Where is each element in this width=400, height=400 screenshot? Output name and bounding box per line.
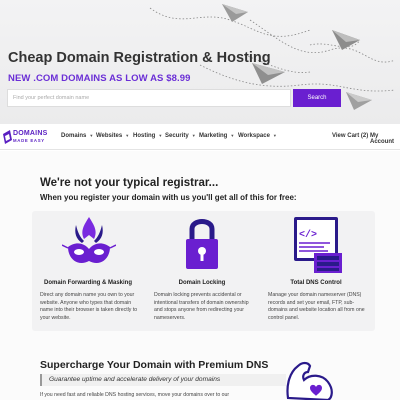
chevron-down-icon: ▼ <box>158 133 163 138</box>
chevron-down-icon: ▼ <box>272 133 277 138</box>
nav-item-marketing[interactable]: Marketing ▼ <box>199 133 234 139</box>
logo-text-domains: DOMAINS <box>13 130 48 137</box>
hero-subtitle: NEW .COM DOMAINS AS LOW AS $8.99 <box>8 73 191 84</box>
nav-item-websites[interactable]: Websites ▼ <box>96 133 129 139</box>
page-heading: We're not your typical registrar... <box>40 177 219 189</box>
search-button[interactable]: Search <box>293 89 341 107</box>
main-content: We're not your typical registrar... When… <box>0 151 400 400</box>
mask-icon <box>62 217 116 264</box>
server-code-icon: </> <box>294 217 342 273</box>
chevron-down-icon: ▼ <box>125 133 130 138</box>
page-subheading: When you register your domain with us yo… <box>40 193 297 202</box>
padlock-icon <box>186 219 218 269</box>
dns-tagline: Guarantee uptime and accelerate delivery… <box>40 374 286 386</box>
domain-search-form: Search <box>7 89 341 107</box>
dns-description: If you need fast and reliable DNS hostin… <box>40 392 230 398</box>
brand-logo[interactable]: DOMAINS MADE EASY <box>3 129 55 145</box>
nav-item-domains[interactable]: Domains ▼ <box>61 133 93 139</box>
feature-description: Domain locking prevents accidental or in… <box>154 292 249 321</box>
nav-item-security[interactable]: Security ▼ <box>165 133 196 139</box>
main-navigation: DOMAINS MADE EASY Domains ▼ Websites ▼ Hos… <box>0 124 400 150</box>
view-cart-link[interactable]: View Cart (2) <box>332 133 368 139</box>
my-account-link[interactable]: My Account <box>370 133 400 145</box>
hero-title: Cheap Domain Registration & Hosting <box>8 50 271 66</box>
chevron-down-icon: ▼ <box>230 133 235 138</box>
feature-title: Domain Locking <box>178 280 226 286</box>
chevron-down-icon: ▼ <box>89 133 94 138</box>
svg-text:</>: </> <box>299 229 317 241</box>
nav-item-workspace[interactable]: Workspace ▼ <box>238 133 277 139</box>
logo-check-icon <box>3 130 12 144</box>
domain-search-input[interactable] <box>7 89 291 107</box>
dns-heading: Supercharge Your Domain with Premium DNS <box>40 359 269 371</box>
chevron-down-icon: ▼ <box>191 133 196 138</box>
features-panel: Domain Forwarding & Masking Direct any d… <box>32 211 375 331</box>
feature-title: Total DNS Control <box>290 280 342 286</box>
nav-item-hosting[interactable]: Hosting ▼ <box>133 133 162 139</box>
feature-description: Manage your domain nameserver (DNS) reco… <box>268 292 365 321</box>
feature-description: Direct any domain name you own to your w… <box>40 292 138 321</box>
logo-text-made-easy: MADE EASY <box>13 138 45 143</box>
flexed-arm-heart-icon <box>286 361 333 400</box>
feature-title: Domain Forwarding & Masking <box>43 280 132 286</box>
hero-banner: Cheap Domain Registration & Hosting NEW … <box>0 0 400 124</box>
